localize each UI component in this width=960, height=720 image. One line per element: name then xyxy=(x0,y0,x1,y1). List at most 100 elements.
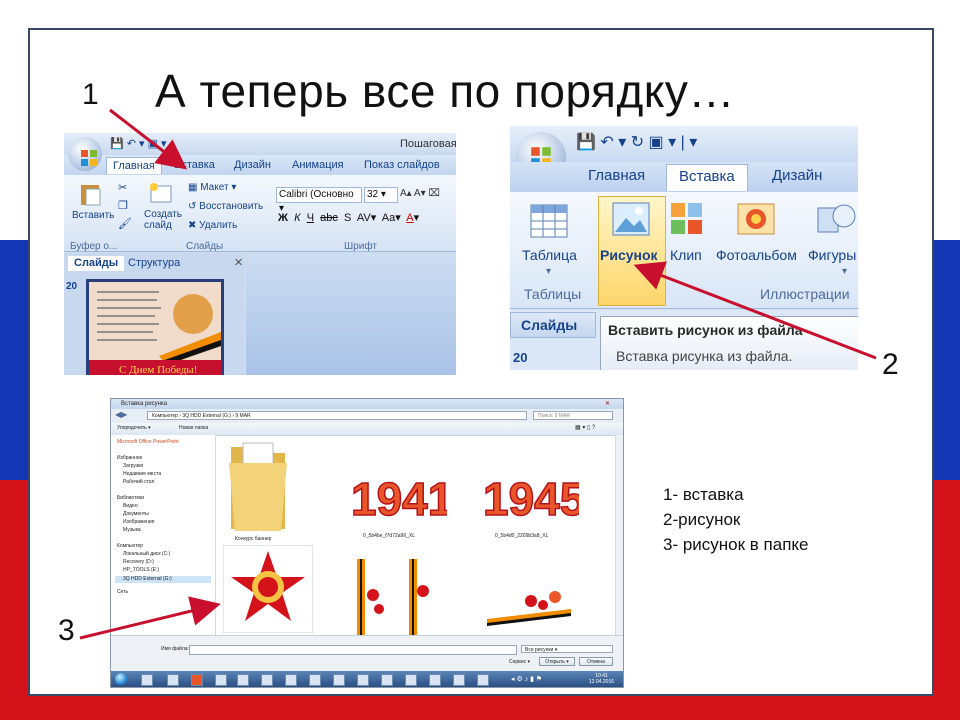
paste-button[interactable]: Вставить xyxy=(72,210,114,221)
taskbar-app-14-icon[interactable] xyxy=(453,674,465,686)
marker-2: 2 xyxy=(882,348,899,381)
taskbar-app-9-icon[interactable] xyxy=(333,674,345,686)
quick-access-toolbar[interactable]: 💾 ↶ ▾ ↻ ▣ ▾ | ▾ xyxy=(576,132,697,152)
start-button-icon[interactable] xyxy=(115,673,127,685)
taskbar-app-13-icon[interactable] xyxy=(429,674,441,686)
taskbar-app-5-icon[interactable] xyxy=(237,674,249,686)
taskbar-app-7-icon[interactable] xyxy=(285,674,297,686)
taskbar-app-1-icon[interactable] xyxy=(141,674,153,686)
panel-close-icon[interactable]: ✕ xyxy=(234,256,243,269)
nav-downloads[interactable]: Загрузки xyxy=(123,463,143,469)
new-slide-icon xyxy=(150,183,172,203)
new-slide-button[interactable]: Создать слайд xyxy=(144,209,184,231)
tab-slideshow[interactable]: Показ слайдов xyxy=(364,157,440,173)
open-label: Открыть xyxy=(545,659,565,665)
filetype-select[interactable]: Все рисунки ▾ xyxy=(521,645,613,653)
office-button[interactable] xyxy=(68,137,102,171)
format-painter-icon[interactable]: 🖌 xyxy=(118,217,132,230)
panel-tab-slides[interactable]: Слайды xyxy=(68,256,125,271)
tab-design[interactable]: Дизайн xyxy=(234,157,271,173)
layout-button[interactable]: ▦ Макет ▾ xyxy=(188,182,236,193)
new-folder-button[interactable]: Новая папка xyxy=(179,425,208,431)
shapes-dropdown-icon[interactable]: ▾ xyxy=(842,266,847,277)
nav-libraries[interactable]: Библиотеки xyxy=(117,495,144,501)
taskbar-app-8-icon[interactable] xyxy=(309,674,321,686)
year-1941-image[interactable]: 1941 xyxy=(349,463,447,527)
nav-desktop[interactable]: Рабочий стол xyxy=(123,479,154,485)
nav-drive-e[interactable]: HP_TOOLS (E:) xyxy=(123,567,159,573)
group-clipboard: Буфер о... xyxy=(70,241,118,252)
panel-tab-slides[interactable]: Слайды xyxy=(510,312,596,338)
year-1945-image[interactable]: 1945 xyxy=(481,463,579,527)
taskbar-app-12-icon[interactable] xyxy=(405,674,417,686)
clip-button[interactable]: Клип xyxy=(670,247,702,263)
tooltip-text: Вставка рисунка из файла. xyxy=(616,348,793,364)
panel-tab-outline[interactable]: Структура xyxy=(128,256,180,271)
nav-computer[interactable]: Компьютер xyxy=(117,543,143,549)
files-scrollbar[interactable] xyxy=(615,435,623,635)
tab-animation[interactable]: Анимация xyxy=(292,157,344,173)
nav-video[interactable]: Видео xyxy=(123,503,138,509)
photo-album-button[interactable]: Фотоальбом xyxy=(716,247,797,263)
nav-recent[interactable]: Недавние места xyxy=(123,471,161,477)
nav-music[interactable]: Музыка xyxy=(123,527,141,533)
shapes-button[interactable]: Фигуры xyxy=(808,247,856,263)
dialog-close-icon[interactable]: ✕ xyxy=(605,400,610,407)
screenshot-insert-picture-dialog: Вставка рисунка ✕ ◀▶ Компьютер › 3Q HDD … xyxy=(110,398,624,688)
nav-documents[interactable]: Документы xyxy=(123,511,149,517)
view-options-icon[interactable]: ▦ ▾ ▯ ? xyxy=(575,424,595,431)
nav-drive-c[interactable]: Локальный диск (C:) xyxy=(123,551,170,557)
tab-home[interactable]: Главная xyxy=(588,167,645,184)
photo-album-icon xyxy=(737,203,775,235)
nav-network[interactable]: Сеть xyxy=(117,589,128,595)
reset-button[interactable]: ↺ Восстановить xyxy=(188,201,263,212)
tab-insert[interactable]: Вставка xyxy=(666,164,748,191)
order-star-image[interactable] xyxy=(223,545,313,633)
picture-icon xyxy=(612,202,650,236)
taskbar-app-15-icon[interactable] xyxy=(477,674,489,686)
organize-button[interactable]: Упорядочить ▾ xyxy=(117,425,151,431)
font-name-select[interactable]: Calibri (Основно ▾ xyxy=(276,187,362,214)
table-button[interactable]: Таблица xyxy=(522,247,577,263)
back-forward-icon[interactable]: ◀▶ xyxy=(115,410,127,419)
taskbar-app-2-icon[interactable] xyxy=(167,674,179,686)
taskbar-powerpoint-icon[interactable] xyxy=(191,674,203,686)
nav-drive-d[interactable]: Recovery (D:) xyxy=(123,559,154,565)
delete-button[interactable]: ✖ Удалить xyxy=(188,220,237,231)
cancel-button[interactable]: Отмена xyxy=(579,657,613,666)
tray-icons[interactable]: ◂ ⚙ ♪ ▮ ⚑ xyxy=(511,675,542,683)
tab-design[interactable]: Дизайн xyxy=(772,167,822,184)
taskbar-app-4-icon[interactable] xyxy=(215,674,227,686)
open-button[interactable]: Открыть ▾ xyxy=(539,657,575,666)
flowers-ribbon-image[interactable] xyxy=(481,579,577,635)
nav-favorites[interactable]: Избранное xyxy=(117,455,142,461)
taskbar-app-11-icon[interactable] xyxy=(381,674,393,686)
taskbar-app-6-icon[interactable] xyxy=(261,674,273,686)
search-input[interactable]: Поиск: 9 MAR xyxy=(533,411,613,420)
ribbon-flowers-image[interactable] xyxy=(349,555,445,635)
font-format-buttons[interactable]: Ж К Ч abc S AV▾ Aa▾ A▾ xyxy=(278,211,419,224)
font-grow-shrink-buttons[interactable]: A▴ A▾ ⌧ xyxy=(400,188,440,199)
folder-icon[interactable] xyxy=(227,437,289,533)
tab-home[interactable]: Главная xyxy=(106,157,162,174)
victory-card-image: С Днем Победы! xyxy=(89,282,221,375)
tab-insert[interactable]: Вставка xyxy=(174,157,215,173)
service-button[interactable]: Сервис ▾ xyxy=(509,659,530,665)
taskbar-clock[interactable]: 10:41 12.04.2016 xyxy=(589,673,614,685)
copy-icon[interactable]: ❐ xyxy=(118,199,128,212)
cut-icon[interactable]: ✂ xyxy=(118,181,127,194)
table-dropdown-icon[interactable]: ▾ xyxy=(546,266,551,277)
font-size-select[interactable]: 32 ▾ xyxy=(364,187,398,203)
picture-button[interactable]: Рисунок xyxy=(600,247,658,263)
filename-input[interactable] xyxy=(189,645,517,655)
quick-access-toolbar[interactable]: 💾 ↶ ▾ ▣ ▾ xyxy=(110,137,167,150)
file-caption-folder: Конкурс баннер xyxy=(235,536,272,542)
nav-images[interactable]: Изображения xyxy=(123,519,154,525)
thumbnail-caption: С Днем Победы! xyxy=(119,364,197,375)
filetype-value: Все рисунки xyxy=(525,647,554,653)
address-bar[interactable]: Компьютер › 3Q HDD External (G:) › 9 MAR xyxy=(147,411,527,420)
nav-drive-g[interactable]: 3Q HDD External (G:) xyxy=(123,576,172,582)
nav-powerpoint[interactable]: Microsoft Office PowerPoint xyxy=(117,439,179,445)
slide-thumbnail[interactable]: С Днем Победы! xyxy=(86,279,224,375)
taskbar-app-10-icon[interactable] xyxy=(357,674,369,686)
